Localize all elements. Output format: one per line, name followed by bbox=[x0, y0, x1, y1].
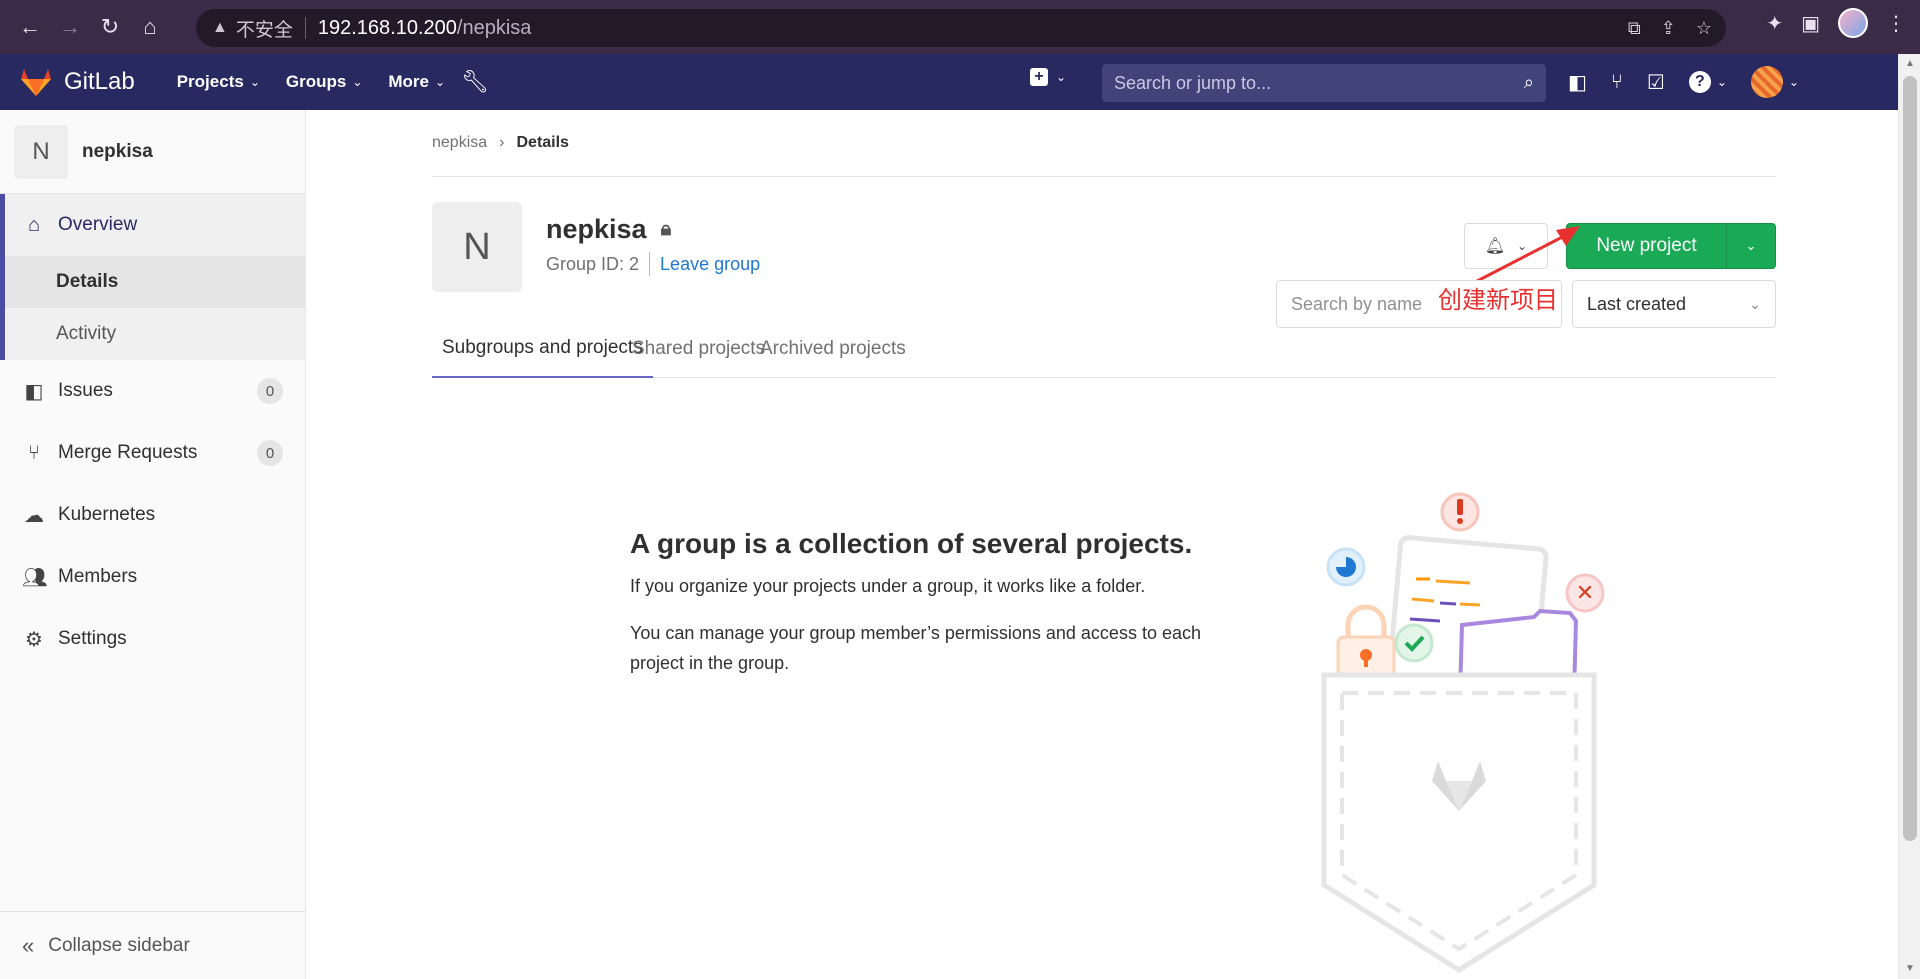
empty-state-text-2: You can manage your group member’s permi… bbox=[630, 623, 1201, 673]
members-icon: 👥︎ bbox=[22, 566, 48, 589]
insecure-label: 不安全 bbox=[235, 19, 293, 41]
chevron-down-icon: ⌄ bbox=[1056, 70, 1067, 84]
sidebar-overview-section: ⌂ Overview Details Activity bbox=[0, 194, 305, 360]
page-title: nepkisa bbox=[546, 214, 647, 244]
group-id: Group ID: 2 bbox=[546, 253, 640, 274]
annotation-label: 创建新项目 bbox=[1438, 287, 1558, 314]
group-avatar-large: N bbox=[432, 202, 522, 292]
back-icon[interactable]: ← bbox=[10, 7, 50, 47]
main-content: nepkisa › Details N nepkisa 🔒︎ Group ID:… bbox=[306, 110, 1898, 979]
user-avatar bbox=[1750, 66, 1783, 98]
chevron-down-icon: ⌄ bbox=[1745, 238, 1757, 253]
empty-state-title: A group is a collection of several proje… bbox=[630, 528, 1193, 559]
profile-avatar[interactable] bbox=[1838, 8, 1868, 38]
brand-name: GitLab bbox=[64, 68, 135, 95]
forward-icon[interactable]: → bbox=[50, 7, 90, 47]
sidebar-item-members[interactable]: 👥︎ Members bbox=[0, 546, 305, 608]
chevron-down-icon: ⌄ bbox=[352, 75, 363, 89]
gitlab-logo[interactable]: GitLab bbox=[20, 67, 135, 97]
global-search[interactable]: ⌕ bbox=[1102, 64, 1546, 102]
tab-subgroups-and-projects[interactable]: Subgroups and projects bbox=[432, 320, 653, 378]
sidebar-group-header[interactable]: N nepkisa bbox=[0, 110, 305, 194]
sidebar-group-name: nepkisa bbox=[82, 140, 153, 162]
side-panel-icon[interactable]: ▣ bbox=[1801, 11, 1820, 36]
new-project-dropdown-toggle[interactable]: ⌄ bbox=[1727, 224, 1775, 268]
scroll-up-icon[interactable]: ▲ bbox=[1904, 58, 1916, 70]
chevron-right-icon: › bbox=[499, 134, 505, 151]
group-tabs: Subgroups and projects Shared projects A… bbox=[432, 320, 1776, 378]
tanuki-icon bbox=[21, 69, 51, 96]
new-project-split-button: New project ⌄ bbox=[1566, 223, 1776, 269]
double-chevron-left-icon: « bbox=[22, 932, 35, 958]
page-scrollbar[interactable]: ▲ ▼ bbox=[1898, 54, 1920, 979]
issues-icon: ◧ bbox=[24, 380, 44, 403]
tab-archived-projects[interactable]: Archived projects bbox=[760, 320, 906, 378]
chevron-down-icon: ⌄ bbox=[1788, 75, 1799, 89]
question-icon: ? bbox=[1688, 71, 1711, 93]
tab-shared-projects[interactable]: Shared projects bbox=[632, 320, 765, 378]
todo-icon[interactable]: ☑ bbox=[1647, 70, 1665, 95]
chevron-down-icon: ⌄ bbox=[249, 75, 260, 89]
scroll-down-icon[interactable]: ▼ bbox=[1904, 963, 1916, 975]
new-dropdown[interactable]: + ⌄ bbox=[1030, 68, 1066, 86]
chevron-down-icon: ⌄ bbox=[1716, 75, 1727, 89]
share-icon[interactable]: ⇪ bbox=[1661, 18, 1676, 39]
chevron-down-icon: ⌄ bbox=[435, 75, 446, 89]
divider bbox=[432, 176, 1776, 177]
translate-icon[interactable]: ⧉ bbox=[1628, 18, 1641, 39]
lock-icon: 🔒︎ bbox=[660, 218, 672, 240]
merge-requests-count-badge: 0 bbox=[257, 440, 283, 466]
sidebar-item-kubernetes[interactable]: ☁ Kubernetes bbox=[0, 484, 305, 546]
gitlab-navbar: GitLab Projects⌄ Groups⌄ More⌄ 🔧︎ + ⌄ ⌕ … bbox=[0, 54, 1898, 110]
merge-request-icon: ⑂ bbox=[28, 441, 40, 464]
help-dropdown[interactable]: ? ⌄ bbox=[1688, 71, 1727, 93]
bookmark-star-icon[interactable]: ☆ bbox=[1696, 18, 1712, 39]
sidebar-item-issues[interactable]: ◧ Issues 0 bbox=[0, 360, 305, 422]
issues-icon[interactable]: ◧ bbox=[1568, 70, 1587, 95]
breadcrumb: nepkisa › Details bbox=[432, 134, 569, 152]
address-bar[interactable]: ▲ 不安全 192.168.10.200/nepkisa ⧉ ⇪ ☆ bbox=[196, 9, 1726, 47]
url-host: 192.168.10.200 bbox=[317, 16, 457, 39]
sidebar-item-merge-requests[interactable]: ⑂ Merge Requests 0 bbox=[0, 422, 305, 484]
extensions-icon[interactable]: ✦ bbox=[1766, 11, 1783, 36]
gear-icon: ⚙ bbox=[25, 628, 43, 651]
nav-projects[interactable]: Projects ⌄ bbox=[167, 64, 270, 100]
admin-wrench-icon[interactable]: 🔧︎ bbox=[461, 69, 489, 95]
browser-toolbar: ← → ↻ ⌂ ▲ 不安全 192.168.10.200/nepkisa ⧉ ⇪… bbox=[0, 0, 1920, 54]
plus-square-icon: + bbox=[1030, 68, 1048, 86]
kubernetes-icon: ☁ bbox=[24, 504, 44, 527]
sidebar: N nepkisa ⌂ Overview Details Activity ◧ … bbox=[0, 110, 306, 979]
issues-count-badge: 0 bbox=[257, 378, 283, 404]
leave-group-link[interactable]: Leave group bbox=[660, 254, 760, 275]
chevron-down-icon: ⌄ bbox=[1749, 295, 1761, 312]
nav-groups[interactable]: Groups ⌄ bbox=[276, 64, 373, 100]
sidebar-item-overview[interactable]: ⌂ Overview bbox=[5, 194, 305, 256]
nav-more[interactable]: More ⌄ bbox=[378, 64, 455, 100]
merge-request-icon[interactable]: ⑂ bbox=[1611, 71, 1623, 94]
home-icon[interactable]: ⌂ bbox=[130, 7, 170, 47]
search-input[interactable] bbox=[1114, 72, 1494, 94]
breadcrumb-current[interactable]: Details bbox=[516, 134, 568, 152]
reload-icon[interactable]: ↻ bbox=[90, 7, 130, 47]
search-icon: ⌕ bbox=[1523, 72, 1534, 92]
warning-icon: ▲ bbox=[212, 19, 228, 36]
url-path: /nepkisa bbox=[456, 16, 532, 39]
browser-menu-icon[interactable]: ⋮ bbox=[1886, 11, 1906, 36]
breadcrumb-group-link[interactable]: nepkisa bbox=[432, 134, 487, 152]
empty-state-text-1: If you organize your projects under a gr… bbox=[630, 576, 1146, 596]
empty-state-illustration: ✕ bbox=[1321, 492, 1605, 973]
user-menu[interactable]: ⌄ bbox=[1750, 66, 1799, 98]
home-icon: ⌂ bbox=[27, 213, 41, 236]
sidebar-item-settings[interactable]: ⚙ Settings bbox=[0, 608, 305, 670]
sort-dropdown[interactable]: Last created ⌄ bbox=[1572, 280, 1776, 328]
group-avatar: N bbox=[14, 124, 68, 179]
scrollbar-thumb[interactable] bbox=[1903, 76, 1917, 841]
collapse-sidebar-button[interactable]: « Collapse sidebar bbox=[0, 911, 305, 979]
sidebar-item-activity[interactable]: Activity bbox=[5, 308, 305, 360]
svg-text:✕: ✕ bbox=[1576, 581, 1594, 606]
sidebar-item-details[interactable]: Details bbox=[5, 256, 305, 308]
